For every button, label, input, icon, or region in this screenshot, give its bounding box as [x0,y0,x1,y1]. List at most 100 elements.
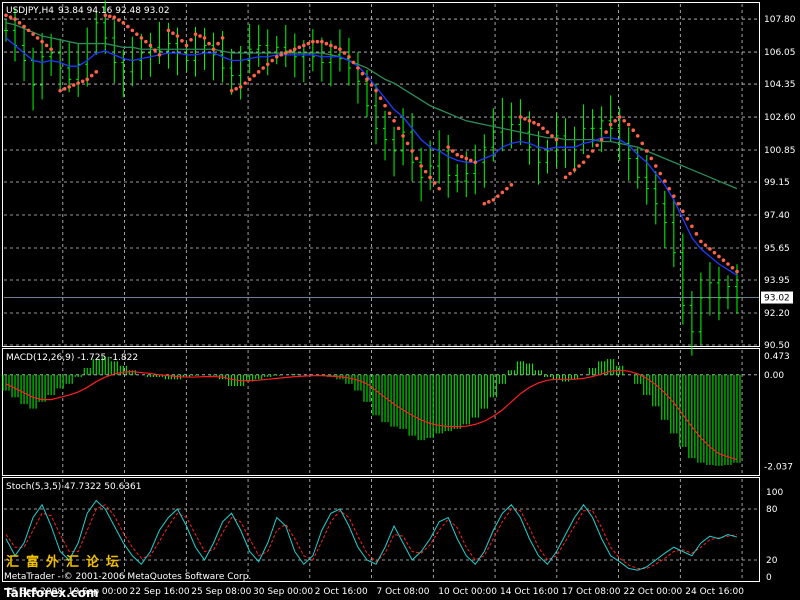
sar-dot [663,179,667,183]
sar-dot [220,36,225,40]
sar-dot [62,86,67,91]
sar-dot [130,28,135,33]
stoch-tick-label: 0 [766,573,772,583]
sar-dot [450,149,455,153]
sar-dot [49,47,53,52]
sar-dot [536,122,541,127]
sar-dot [229,88,234,93]
sar-dot [604,130,608,134]
stoch-tick-label: 20 [766,556,778,566]
sar-dot [324,41,329,46]
sar-dot [459,154,464,159]
sar-dot [446,145,451,149]
sar-dot [117,18,121,22]
macd-pane-frame [2,348,760,476]
sar-dot [383,103,387,108]
sar-dot [635,134,640,138]
sar-dot [135,32,139,36]
sar-dot [437,186,441,191]
sar-dot [306,41,311,46]
sar-dot [85,77,90,82]
sar-dot [653,164,658,168]
sar-dot [144,39,148,44]
sar-dot [658,171,663,176]
sar-dot [622,119,626,123]
price-tick-label: 100.85 [764,146,796,156]
sar-dot [581,160,586,165]
price-tick-label: 95.65 [764,244,790,254]
sar-dot [351,60,356,65]
x-tick-label: 17 Oct 08:00 [562,587,621,597]
sar-dot [473,160,478,165]
sar-dot [274,54,279,59]
sar-dot [35,36,40,40]
sar-dot [532,120,536,125]
sar-dot [71,83,76,87]
sar-dot [171,31,175,36]
sar-dot [685,216,690,221]
forum-logo: 汇富外汇论坛 [6,554,119,570]
sar-dot [126,24,130,29]
sar-dot [482,201,487,206]
x-tick-label: 30 Sep 00:00 [253,587,313,597]
sar-dot [283,51,288,55]
sar-dot [76,81,80,85]
sar-dot [369,83,374,87]
sar-dot [13,17,17,21]
sar-dot [401,134,405,138]
sar-dot [419,164,423,168]
sar-dot [302,43,306,48]
sar-dot [550,134,554,138]
grid-lines [4,4,759,580]
forum-logo-char: 论 [86,554,100,570]
stoch-tick-label: 100 [766,488,783,498]
sar-dot [505,186,509,191]
sar-dot [708,247,712,251]
sar-dot [613,119,617,123]
sar-dot [672,194,676,198]
sar-dot [238,85,243,89]
sar-dot [166,28,171,33]
forum-logo-char: 富 [26,554,39,570]
sar-dot [297,45,302,50]
sar-dot [94,70,99,74]
x-tick-label: 7 Oct 08:00 [377,587,430,597]
sar-dot [730,265,735,270]
sar-dot [631,128,636,133]
price-tick-label: 107.80 [764,15,796,25]
sar-dot [207,41,211,46]
sar-dot [139,36,144,40]
current-price-marker: 93.02 [761,291,793,304]
sar-dot [175,34,180,38]
sar-dot [491,198,496,202]
sar-dot [360,71,365,76]
price-tick-label: 97.40 [764,211,790,221]
price-tick-label: 102.60 [764,113,796,123]
sar-dot [243,81,247,85]
sar-dot [590,149,595,153]
sar-dot [644,149,649,153]
sar-dot [523,117,527,121]
sar-dot [405,141,410,146]
sar-dot [148,43,153,48]
sar-dot [189,37,193,42]
forum-logo-char: 坛 [106,554,119,570]
sar-dot [153,48,157,52]
sar-dot [699,239,703,244]
sar-dot [247,77,252,82]
sar-dot [256,70,261,74]
sar-dot [121,21,126,25]
x-tick-label: 10 Oct 00:00 [438,587,497,597]
sar-dot [333,45,338,50]
sar-dot [423,169,428,174]
sar-dot [428,175,432,180]
sar-dot [518,115,523,119]
stoch-tick-label: 80 [766,505,778,515]
sar-dot [270,58,275,63]
trading-chart: 15 Sep 2008 19 Sep 00:00 22 Sep 16:00 25 Se… [2,0,796,600]
sar-dot [690,224,694,229]
sar-dot [694,232,699,236]
sar-dot [595,143,599,148]
sar-dot [26,28,31,33]
copyright-text: MetaTrader - © 2001-2006 MetaQuotes Soft… [4,572,251,582]
